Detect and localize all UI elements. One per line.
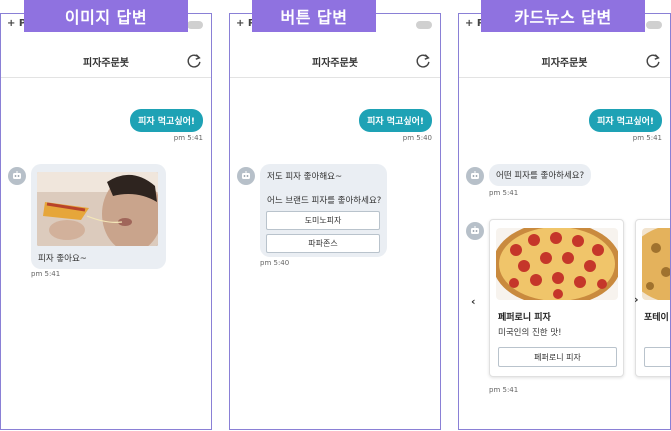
chat-header: 피자주문봇 <box>230 46 440 78</box>
chat-panel-image: + P 피자주문봇 피자 먹고싶어! pm 5:41 피자 좋아요~ pm 5:… <box>0 13 212 430</box>
bot-message-time: pm 5:40 <box>260 259 290 267</box>
pepperoni-pizza-image <box>496 228 618 300</box>
potato-pizza-image <box>642 228 670 300</box>
bot-image-bubble: 피자 좋아요~ <box>31 164 166 269</box>
card-title: 포테이 <box>644 313 669 323</box>
toggle-switch[interactable] <box>187 21 203 29</box>
bot-line-1: 저도 피자 좋아해요~ <box>267 172 343 182</box>
card-title: 페퍼로니 피자 <box>498 313 551 323</box>
banner-image-reply: 이미지 답변 <box>24 0 188 32</box>
user-message-bubble: 피자 먹고싶어! <box>130 109 203 132</box>
refresh-icon[interactable] <box>644 52 662 70</box>
chevron-left-icon[interactable]: ‹ <box>471 295 476 308</box>
bot-message-time: pm 5:41 <box>489 189 519 197</box>
chat-title: 피자주문봇 <box>312 58 358 69</box>
pizza-eating-photo <box>37 172 158 246</box>
chat-header: 피자주문봇 <box>459 46 670 78</box>
refresh-icon[interactable] <box>185 52 203 70</box>
chat-header: 피자주문봇 <box>1 46 211 78</box>
bot-avatar-icon <box>8 167 26 185</box>
card-potato: 포테이 <box>635 219 670 377</box>
bot-avatar-icon <box>237 167 255 185</box>
user-message-bubble: 피자 먹고싶어! <box>589 109 662 132</box>
user-message-bubble: 피자 먹고싶어! <box>359 109 432 132</box>
bot-avatar-icon <box>466 222 484 240</box>
bot-message-time: pm 5:41 <box>31 270 61 278</box>
bot-image-caption: 피자 좋아요~ <box>38 254 87 264</box>
chat-panel-cardnews: + P 피자주문봇 피자 먹고싶어! pm 5:41 어떤 피자를 좋아하세요?… <box>458 13 671 430</box>
user-message-time: pm 5:41 <box>173 134 203 142</box>
user-message-time: pm 5:41 <box>632 134 662 142</box>
chat-title: 피자주문봇 <box>83 58 129 69</box>
chat-panel-button: + P 피자주문봇 피자 먹고싶어! pm 5:40 저도 피자 좋아해요~ 어… <box>229 13 441 430</box>
banner-cardnews-reply: 카드뉴스 답변 <box>481 0 645 32</box>
refresh-icon[interactable] <box>414 52 432 70</box>
chat-title: 피자주문봇 <box>541 58 588 69</box>
user-message-time: pm 5:40 <box>402 134 432 142</box>
option-button-domino[interactable]: 도미노피자 <box>266 211 380 230</box>
toggle-switch[interactable] <box>646 21 662 29</box>
carousel-time: pm 5:41 <box>489 386 519 394</box>
bot-line-2: 어느 브랜드 피자를 좋아하세요? <box>267 196 382 206</box>
card-pepperoni: 페퍼로니 피자 미국인의 진한 맛! 페퍼로니 피자 <box>489 219 624 377</box>
toggle-switch[interactable] <box>416 21 432 29</box>
card-button-potato[interactable] <box>644 347 670 367</box>
bot-avatar-icon <box>466 167 484 185</box>
bot-button-bubble: 저도 피자 좋아해요~ 어느 브랜드 피자를 좋아하세요? 도미노피자 파파존스 <box>260 164 387 257</box>
chevron-right-icon[interactable]: › <box>634 293 639 306</box>
card-button-pepperoni[interactable]: 페퍼로니 피자 <box>498 347 617 367</box>
bot-question-bubble: 어떤 피자를 좋아하세요? <box>489 164 592 186</box>
card-description: 미국인의 진한 맛! <box>498 328 562 338</box>
option-button-papajohns[interactable]: 파파존스 <box>266 234 380 253</box>
banner-button-reply: 버튼 답변 <box>252 0 376 32</box>
